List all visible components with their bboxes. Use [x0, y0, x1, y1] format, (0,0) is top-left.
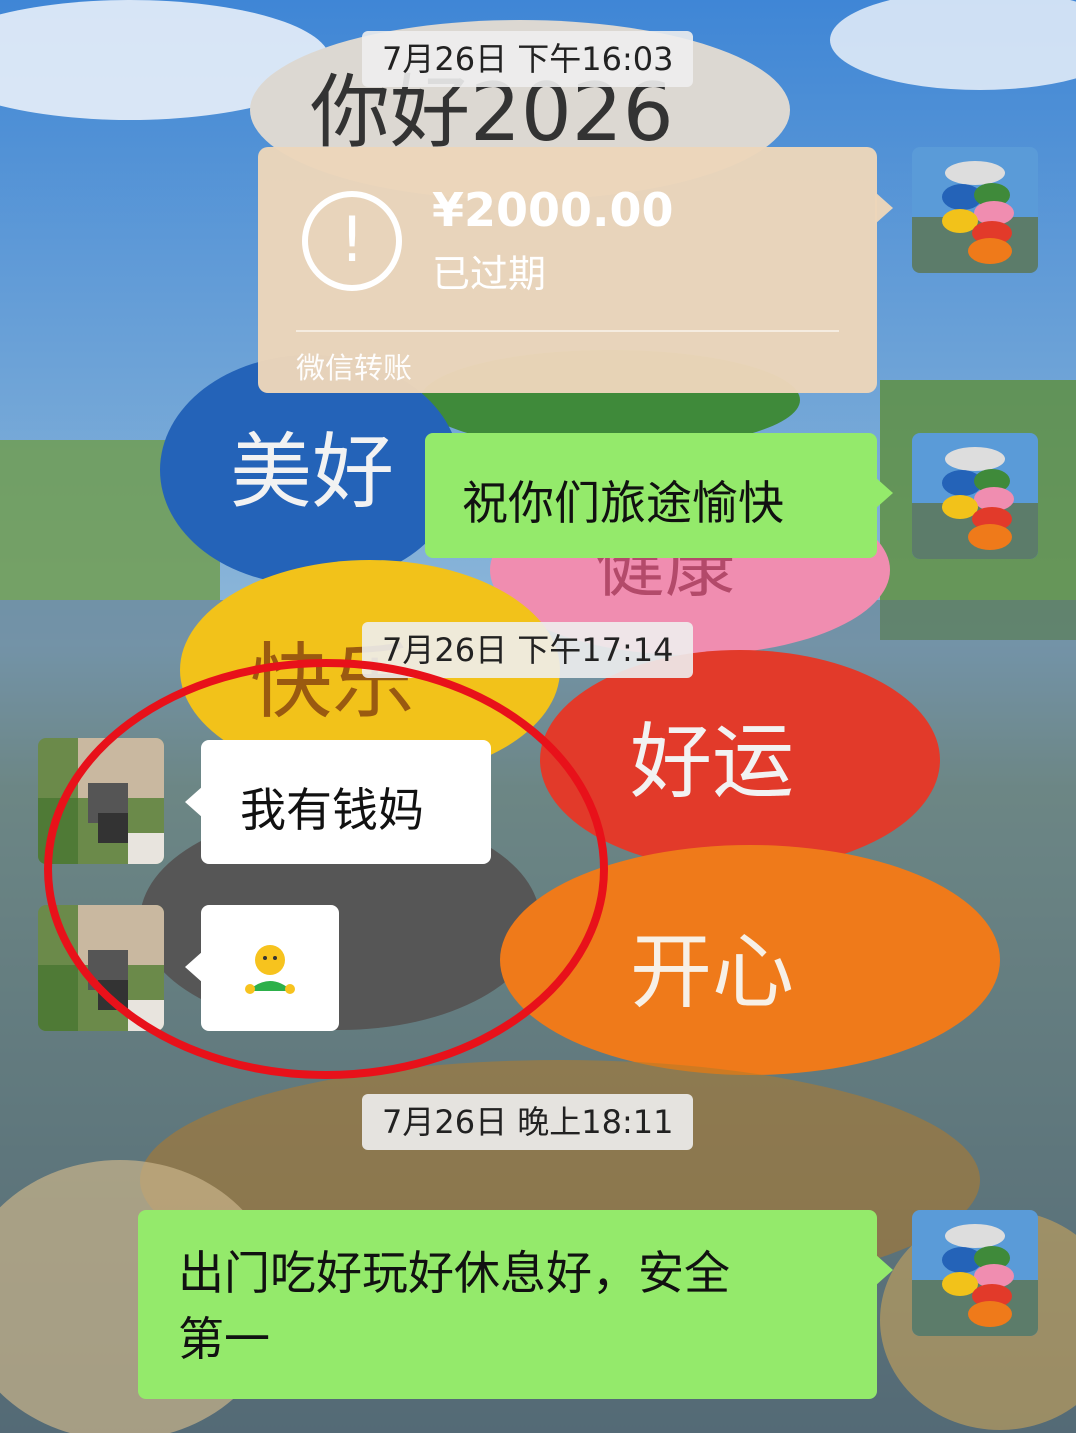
self-avatar[interactable] [912, 433, 1038, 559]
message-text: 祝你们旅途愉快 [462, 476, 784, 530]
message-text: 出门吃好玩好休息好，安全 第一 [178, 1240, 730, 1372]
avatar-image [38, 905, 164, 1031]
avatar-image [912, 1210, 1038, 1336]
emoji-graphic [245, 945, 295, 994]
self-avatar[interactable] [912, 147, 1038, 273]
incoming-message-bubble[interactable]: 我有钱妈 [185, 740, 491, 864]
transfer-status: 已过期 [432, 252, 547, 296]
self-avatar[interactable] [912, 1210, 1038, 1336]
contact-avatar[interactable] [38, 738, 164, 864]
outgoing-message-bubble[interactable]: 祝你们旅途愉快 [425, 433, 893, 558]
timestamp: 7月26日 下午17:14 [362, 622, 694, 678]
avatar-image [38, 738, 164, 864]
timestamp: 7月26日 晚上18:11 [362, 1094, 694, 1150]
message-line: 出门吃好玩好休息好，安全 [178, 1246, 730, 1300]
stone-text-haoyun: 好运 [630, 715, 794, 810]
avatar-image [912, 433, 1038, 559]
wechat-transfer-card[interactable]: ! ¥2000.00 已过期 微信转账 [258, 147, 893, 393]
avatar-image [912, 147, 1038, 273]
divider [296, 330, 839, 332]
emoji-person-icon [240, 941, 300, 997]
timestamp: 7月26日 下午16:03 [362, 31, 694, 87]
contact-avatar[interactable] [38, 905, 164, 1031]
message-line: 第一 [178, 1312, 270, 1366]
transfer-label: 微信转账 [296, 351, 413, 385]
stone-text-kaixin: 开心 [630, 925, 794, 1020]
exclamation-circle-icon: ! [302, 191, 402, 291]
message-text: 我有钱妈 [240, 783, 424, 837]
incoming-emoji-bubble[interactable] [185, 905, 339, 1031]
outgoing-message-bubble[interactable]: 出门吃好玩好休息好，安全 第一 [138, 1210, 893, 1399]
stone-text-meihao: 美好 [230, 425, 394, 520]
transfer-amount: ¥2000.00 [432, 183, 674, 237]
